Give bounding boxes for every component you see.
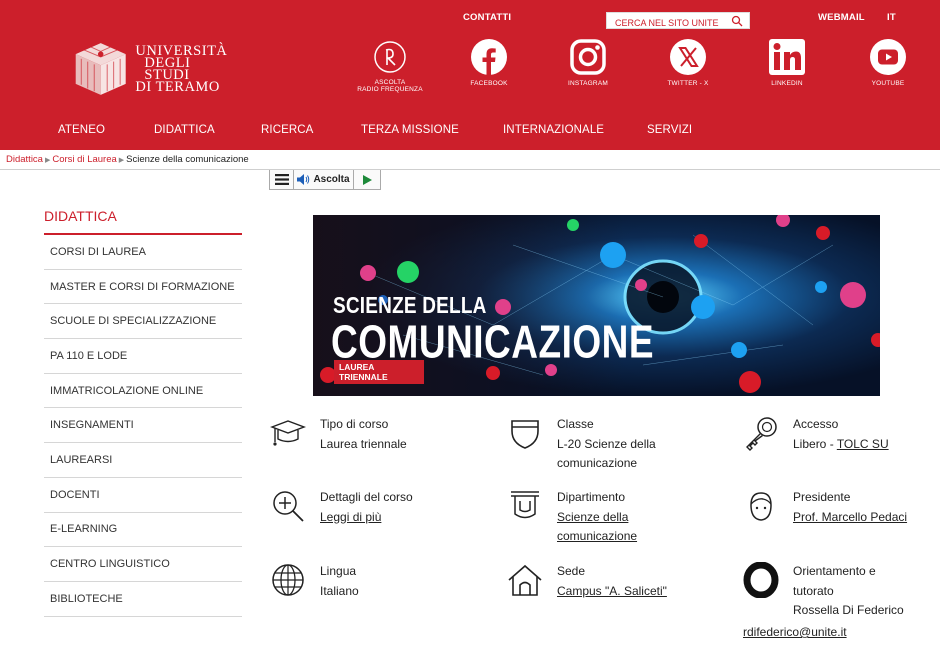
sidebar-item-immatricolazione[interactable]: IMMATRICOLAZIONE ONLINE — [44, 374, 242, 409]
speaker-icon — [297, 174, 310, 185]
dettagli-label: Dettagli del corso — [320, 490, 413, 504]
classe-label: Classe — [557, 417, 594, 431]
orientamento-logo-icon — [743, 562, 779, 598]
globe-icon — [272, 564, 304, 596]
breadcrumb: Didattica ▶ Corsi di Laurea ▶ Scienze della … — [6, 154, 249, 165]
logo-cube-icon — [75, 43, 126, 95]
facebook-icon — [471, 39, 507, 75]
breadcrumb-separator-icon: ▶ — [118, 157, 125, 164]
main-nav: ATENEO DIDATTICA RICERCA TERZA MISSIONE … — [0, 124, 940, 140]
tipo-corso-label: Tipo di corso — [320, 417, 389, 431]
sede-link[interactable]: Campus "A. Saliceti" — [557, 584, 667, 598]
search-box[interactable] — [606, 12, 750, 31]
search-input[interactable] — [607, 15, 729, 31]
nav-internazionale[interactable]: INTERNAZIONALE — [503, 124, 604, 136]
leggi-di-piu-link[interactable]: Leggi di più — [320, 510, 381, 524]
banner-tag: LAUREA TRIENNALE — [334, 360, 424, 384]
university-logo[interactable]: UNIVERSITÀ DEGLI STUDI DI TERAMO — [72, 34, 232, 104]
lingua-label: Lingua — [320, 564, 357, 578]
sidebar-item-centro-linguistico[interactable]: CENTRO LINGUISTICO — [44, 547, 242, 582]
linkedin-label: LINKEDIN — [771, 80, 803, 87]
play-icon — [362, 174, 372, 185]
sede-label: Sede — [557, 564, 586, 578]
sidebar-item-insegnamenti[interactable]: INSEGNAMENTI — [44, 408, 242, 444]
nav-terza-missione[interactable]: TERZA MISSIONE — [361, 124, 459, 136]
sidebar-menu: CORSI DI LAUREA MASTER E CORSI DI FORMAZ… — [44, 235, 242, 617]
lingua-value: Italiano — [320, 583, 359, 598]
logo-wordmark: UNIVERSITÀ DEGLI STUDI DI TERAMO — [135, 44, 232, 95]
language-selector[interactable]: IT — [887, 12, 896, 23]
nav-ricerca[interactable]: RICERCA — [261, 124, 313, 136]
breadcrumb-didattica[interactable]: Didattica — [6, 154, 43, 165]
home-icon — [508, 564, 542, 596]
webmail-link[interactable]: WEBMAIL — [818, 12, 865, 23]
breadcrumb-separator-icon: ▶ — [44, 157, 51, 164]
social-linkedin[interactable]: LINKEDIN — [747, 38, 827, 87]
logo-line-3: DI TERAMO — [135, 79, 220, 95]
play-button[interactable] — [354, 170, 380, 189]
logo-line-2: DEGLI STUDI — [144, 55, 191, 83]
sidebar-item-scuole-specializzazione[interactable]: SCUOLE DI SPECIALIZZAZIONE — [44, 304, 242, 340]
orientamento-value: Rossella Di Federico — [793, 603, 904, 617]
sidebar-item-pa-110-e-lode[interactable]: PA 110 E LODE — [44, 339, 242, 374]
breadcrumb-divider — [0, 169, 940, 170]
dipartimento-link[interactable]: Scienze della comunicazione — [557, 510, 637, 544]
person-face-icon — [750, 492, 772, 521]
sidebar-title: DIDATTICA — [44, 208, 117, 224]
sidebar-item-laurearsi[interactable]: LAUREARSI — [44, 443, 242, 478]
listen-button[interactable]: Ascolta — [294, 170, 354, 189]
social-facebook[interactable]: FACEBOOK — [449, 38, 529, 87]
social-twitter-x[interactable]: TWITTER - X — [648, 38, 728, 87]
orientamento-email-link[interactable]: rdifederico@unite.it — [743, 623, 847, 643]
graduation-cap-icon — [270, 420, 306, 446]
sidebar-item-corsi-di-laurea[interactable]: CORSI DI LAUREA — [44, 235, 242, 270]
readspeaker-bar: Ascolta — [269, 170, 381, 190]
site-header: CONTATTI WEBMAIL IT UNIVERSITÀ DEGLI STU… — [0, 0, 940, 150]
menu-icon — [274, 174, 289, 185]
breadcrumb-corsi-di-laurea[interactable]: Corsi di Laurea — [52, 154, 116, 165]
social-youtube[interactable]: YOUTUBE — [848, 38, 928, 87]
twitter-x-icon — [670, 39, 706, 75]
sidebar-item-master[interactable]: MASTER E CORSI DI FORMAZIONE — [44, 270, 242, 305]
social-instagram[interactable]: INSTAGRAM — [548, 38, 628, 87]
youtube-label: YOUTUBE — [871, 80, 905, 87]
linkedin-icon — [769, 39, 805, 75]
key-icon — [746, 417, 777, 451]
radio-label-1: ASCOLTA — [374, 79, 406, 86]
dipartimento-label: Dipartimento — [557, 490, 626, 504]
accesso-prefix: Libero - — [793, 436, 837, 451]
radio-frequenza-icon — [374, 41, 406, 73]
instagram-label: INSTAGRAM — [568, 80, 608, 87]
course-banner: SCIENZE DELLA COMUNICAZIONE LAUREA TRIEN… — [313, 215, 880, 396]
orientamento-label: Orientamento e tutorato — [793, 564, 876, 598]
presidente-link[interactable]: Prof. Marcello Pedaci — [793, 510, 907, 524]
breadcrumb-current: Scienze della comunicazione — [126, 154, 249, 165]
tolc-su-link[interactable]: TOLC SU — [837, 437, 889, 451]
facebook-label: FACEBOOK — [470, 80, 508, 87]
contatti-link[interactable]: CONTATTI — [463, 12, 511, 23]
sidebar-item-biblioteche[interactable]: BIBLIOTECHE — [44, 582, 242, 617]
accesso-value: Libero - TOLC SU — [793, 435, 940, 455]
nav-servizi[interactable]: SERVIZI — [647, 124, 692, 136]
shield-icon — [511, 420, 539, 449]
instagram-icon — [570, 39, 606, 75]
nav-ateneo[interactable]: ATENEO — [58, 124, 105, 136]
radio-frequenza-link[interactable]: ASCOLTA RADIO FREQUENZA — [350, 40, 430, 93]
presidente-label: Presidente — [793, 490, 851, 504]
sidebar-item-e-learning[interactable]: E-LEARNING — [44, 513, 242, 548]
twitter-x-label: TWITTER - X — [667, 80, 709, 87]
tipo-corso-value: Laurea triennale — [320, 436, 407, 451]
department-icon — [511, 491, 539, 519]
search-icon[interactable] — [731, 15, 743, 27]
nav-didattica[interactable]: DIDATTICA — [154, 124, 215, 136]
youtube-icon — [870, 39, 906, 75]
zoom-in-icon — [273, 491, 304, 522]
listen-label: Ascolta — [313, 174, 350, 185]
listen-menu-button[interactable] — [270, 170, 294, 189]
classe-value: L-20 Scienze della comunicazione — [557, 436, 656, 471]
radio-label-2: RADIO FREQUENZA — [357, 86, 423, 93]
accesso-label: Accesso — [793, 417, 839, 431]
sidebar-item-docenti[interactable]: DOCENTI — [44, 478, 242, 513]
